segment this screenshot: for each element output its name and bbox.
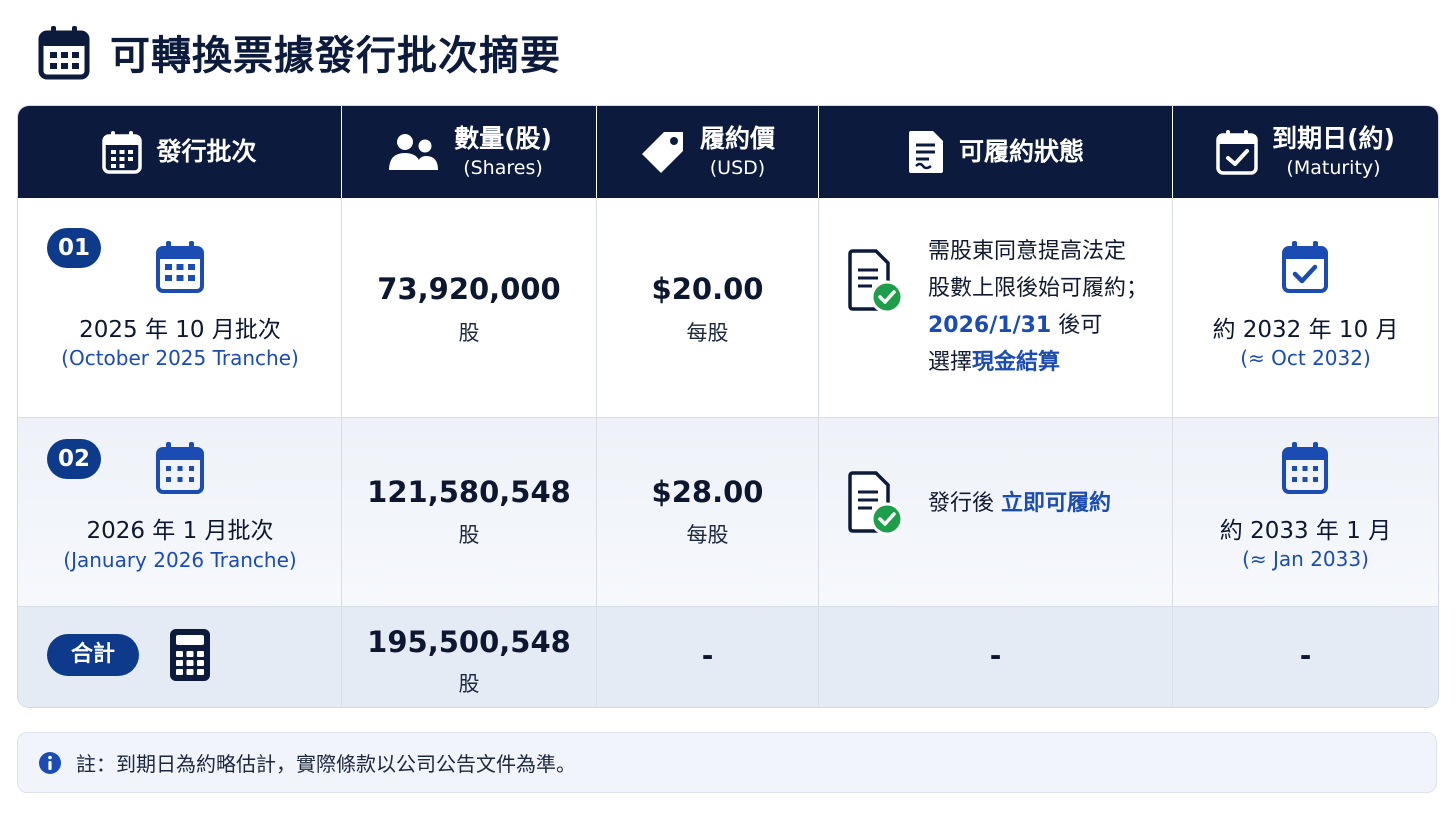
tranche-name-en: (October 2025 Tranche) xyxy=(61,346,299,370)
header-label: 可履約狀態 xyxy=(958,137,1084,166)
header-tranche: 發行批次 xyxy=(18,106,341,198)
calendar-icon xyxy=(102,131,143,174)
status-date: 2026/1/31 xyxy=(928,313,1052,338)
tranche-badge: 01 xyxy=(47,228,101,268)
status-text: 需股東同意提高法定 股數上限後始可履約； 2026/1/31 後可 選擇現金結算 xyxy=(928,239,1149,375)
maturity-date: 約 2032 年 10 月 xyxy=(1212,317,1399,343)
price-unit: 每股 xyxy=(686,321,729,345)
header-label: 履約價 xyxy=(699,124,775,153)
price-tag-icon xyxy=(641,132,683,173)
maturity-date-en: (≈ Jan 2033) xyxy=(1242,547,1369,571)
maturity-date: 約 2033 年 1 月 xyxy=(1219,518,1392,544)
page-header: 可轉換票據發行批次摘要 xyxy=(38,24,561,80)
header-price: 履約價 (USD) xyxy=(597,106,818,198)
footnote-text: 註：到期日為約略估計，實際條款以公司公告文件為準。 xyxy=(76,752,576,776)
total-price: - xyxy=(701,639,714,672)
calendar-check-icon xyxy=(1282,241,1328,293)
status-highlight: 立即可履約 xyxy=(1001,491,1112,516)
price-unit: 每股 xyxy=(686,523,729,547)
calendar-icon xyxy=(1282,442,1328,494)
status-highlight: 現金結算 xyxy=(972,350,1061,375)
shares-unit: 股 xyxy=(458,672,480,696)
total-maturity: - xyxy=(1299,639,1312,672)
calculator-icon xyxy=(170,629,210,681)
users-icon xyxy=(389,134,439,170)
shares-value: 73,920,000 xyxy=(377,272,561,306)
document-check-icon xyxy=(848,249,904,314)
header-status: 可履約狀態 xyxy=(819,106,1172,198)
maturity-date-en: (≈ Oct 2032) xyxy=(1240,346,1371,370)
calendar-icon xyxy=(156,442,204,494)
calendar-icon xyxy=(156,241,204,293)
tranche-badge: 02 xyxy=(47,439,101,479)
header-label: 發行批次 xyxy=(156,137,257,166)
calendar-check-icon xyxy=(1216,130,1258,175)
tranche-name: 2026 年 1 月批次 xyxy=(86,518,274,544)
header-sublabel: (Shares) xyxy=(463,157,543,179)
total-badge: 合計 xyxy=(47,634,139,676)
shares-unit: 股 xyxy=(458,523,480,547)
header-label: 到期日(約) xyxy=(1272,124,1395,153)
total-shares-value: 195,500,548 xyxy=(367,625,571,659)
tranche-table: 發行批次 數量(股) (Shares) 履約價 (USD) 可履約狀態 到期日(… xyxy=(17,105,1439,708)
status-text: 發行後 立即可履約 xyxy=(928,491,1112,516)
document-icon xyxy=(908,131,943,173)
tranche-name-en: (January 2026 Tranche) xyxy=(63,548,297,572)
page-title: 可轉換票據發行批次摘要 xyxy=(110,33,561,79)
shares-unit: 股 xyxy=(458,321,480,345)
header-sublabel: (Maturity) xyxy=(1286,157,1381,179)
shares-value: 121,580,548 xyxy=(367,475,571,509)
total-status: - xyxy=(989,639,1002,672)
header-sublabel: (USD) xyxy=(709,157,766,179)
calendar-icon xyxy=(38,26,90,80)
tranche-name: 2025 年 10 月批次 xyxy=(79,317,281,343)
header-maturity: 到期日(約) (Maturity) xyxy=(1173,106,1438,198)
header-shares: 數量(股) (Shares) xyxy=(342,106,596,198)
info-icon xyxy=(39,751,61,774)
footnote: 註：到期日為約略估計，實際條款以公司公告文件為準。 xyxy=(17,732,1437,793)
price-value: $28.00 xyxy=(651,475,764,509)
header-label: 數量(股) xyxy=(454,124,552,153)
document-check-icon xyxy=(848,471,904,536)
price-value: $20.00 xyxy=(651,272,764,306)
table-row xyxy=(18,198,1438,418)
